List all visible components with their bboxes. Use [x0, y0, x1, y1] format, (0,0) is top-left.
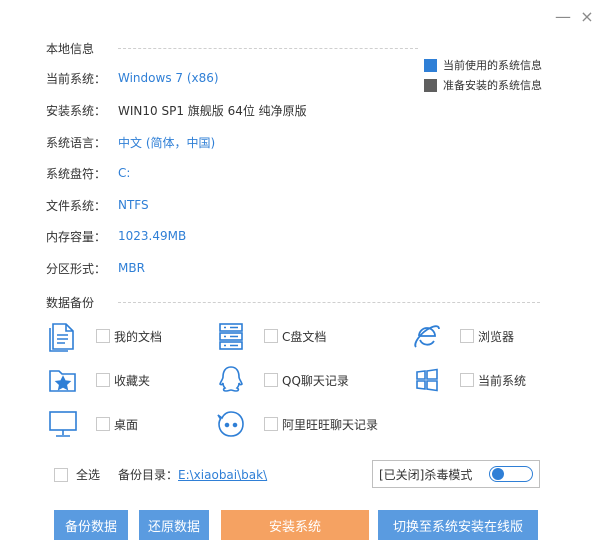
toggle-knob [492, 468, 504, 480]
info-value: 1023.49MB [118, 229, 187, 243]
backup-item-label: 桌面 [114, 417, 139, 432]
info-row-drive: 系统盘符： C: [46, 164, 130, 182]
backup-dir-label: 备份目录： [118, 468, 179, 482]
qq-icon [214, 363, 248, 397]
backup-item-label: 当前系统 [478, 373, 527, 388]
monitor-icon [46, 407, 80, 441]
minimize-button[interactable]: — [552, 6, 574, 28]
divider [118, 48, 418, 49]
info-row-memory: 内存容量： 1023.49MB [46, 227, 186, 245]
info-label: 系统盘符： [46, 166, 107, 181]
legend-target-swatch [424, 78, 437, 92]
backup-item-label: QQ聊天记录 [282, 373, 349, 388]
backup-data-button[interactable]: 备份数据 [54, 510, 128, 540]
backup-item-label: 浏览器 [478, 329, 515, 344]
installer-window: — × 本地信息 当前使用的系统信息 准备安装的系统信息 当前系统： Windo… [0, 0, 609, 558]
checkbox-wangwang[interactable] [264, 417, 278, 431]
backup-item-documents: 我的文档 [46, 319, 162, 353]
info-value: NTFS [118, 198, 149, 212]
info-value: WIN10 SP1 旗舰版 64位 纯净原版 [118, 103, 307, 118]
backup-item-wangwang: 阿里旺旺聊天记录 [214, 407, 378, 441]
checkbox-favorites[interactable] [96, 373, 110, 387]
antivirus-toggle[interactable] [489, 466, 533, 482]
legend-current-label: 当前使用的系统信息 [443, 59, 542, 72]
backup-dir-link[interactable]: E:\xiaobai\bak\ [178, 468, 267, 482]
legend-current-swatch [424, 58, 437, 72]
info-row-install-system: 安装系统： WIN10 SP1 旗舰版 64位 纯净原版 [46, 101, 307, 119]
backup-title: 数据备份 [46, 296, 95, 310]
checkbox-c-drive[interactable] [264, 329, 278, 343]
legend-target-label: 准备安装的系统信息 [443, 79, 542, 92]
restore-data-button[interactable]: 还原数据 [139, 510, 209, 540]
wangwang-icon [214, 407, 248, 441]
windows-icon [410, 363, 444, 397]
checkbox-select-all[interactable] [54, 467, 68, 482]
backup-item-c-drive: C盘文档 [214, 319, 326, 353]
backup-item-current-system: 当前系统 [410, 363, 526, 397]
install-system-button[interactable]: 安装系统 [221, 510, 369, 540]
checkbox-qq[interactable] [264, 373, 278, 387]
info-label: 系统语言： [46, 135, 107, 150]
backup-item-favorites: 收藏夹 [46, 363, 150, 397]
info-label: 内存容量： [46, 229, 107, 244]
select-all-label: 全选 [76, 468, 101, 482]
switch-online-button[interactable]: 切换至系统安装在线版 [378, 510, 538, 540]
legend-target: 准备安装的系统信息 [424, 77, 542, 93]
backup-dir: 备份目录：E:\xiaobai\bak\ [118, 466, 267, 483]
backup-item-label: 阿里旺旺聊天记录 [282, 417, 379, 432]
antivirus-mode-label: [已关闭]杀毒模式 [379, 467, 473, 482]
backup-item-desktop: 桌面 [46, 407, 138, 441]
divider [118, 302, 540, 303]
info-value: Windows 7 (x86) [118, 71, 219, 85]
checkbox-documents[interactable] [96, 329, 110, 343]
browser-icon [410, 319, 444, 353]
legend-current: 当前使用的系统信息 [424, 57, 542, 73]
close-button[interactable]: × [576, 6, 598, 28]
checkbox-current-system[interactable] [460, 373, 474, 387]
info-label: 分区形式： [46, 261, 107, 276]
backup-item-browser: 浏览器 [410, 319, 514, 353]
local-info-title: 本地信息 [46, 42, 95, 56]
favorites-folder-icon [46, 363, 80, 397]
info-row-partition: 分区形式： MBR [46, 259, 145, 277]
info-row-filesystem: 文件系统： NTFS [46, 196, 149, 214]
checkbox-browser[interactable] [460, 329, 474, 343]
select-all: 全选 [54, 466, 100, 483]
info-value: 中文 (简体，中国) [118, 135, 216, 150]
info-value: C: [118, 166, 131, 180]
info-label: 当前系统： [46, 71, 107, 86]
checkbox-desktop[interactable] [96, 417, 110, 431]
info-label: 文件系统： [46, 198, 107, 213]
info-value: MBR [118, 261, 145, 275]
backup-item-qq: QQ聊天记录 [214, 363, 349, 397]
info-row-current-system: 当前系统： Windows 7 (x86) [46, 69, 219, 87]
document-icon [46, 319, 80, 353]
backup-item-label: 我的文档 [114, 329, 163, 344]
antivirus-mode-box: [已关闭]杀毒模式 [372, 460, 540, 488]
backup-item-label: 收藏夹 [114, 373, 151, 388]
server-icon [214, 319, 248, 353]
info-row-language: 系统语言： 中文 (简体，中国) [46, 133, 215, 151]
info-label: 安装系统： [46, 103, 107, 118]
backup-item-label: C盘文档 [282, 329, 327, 344]
